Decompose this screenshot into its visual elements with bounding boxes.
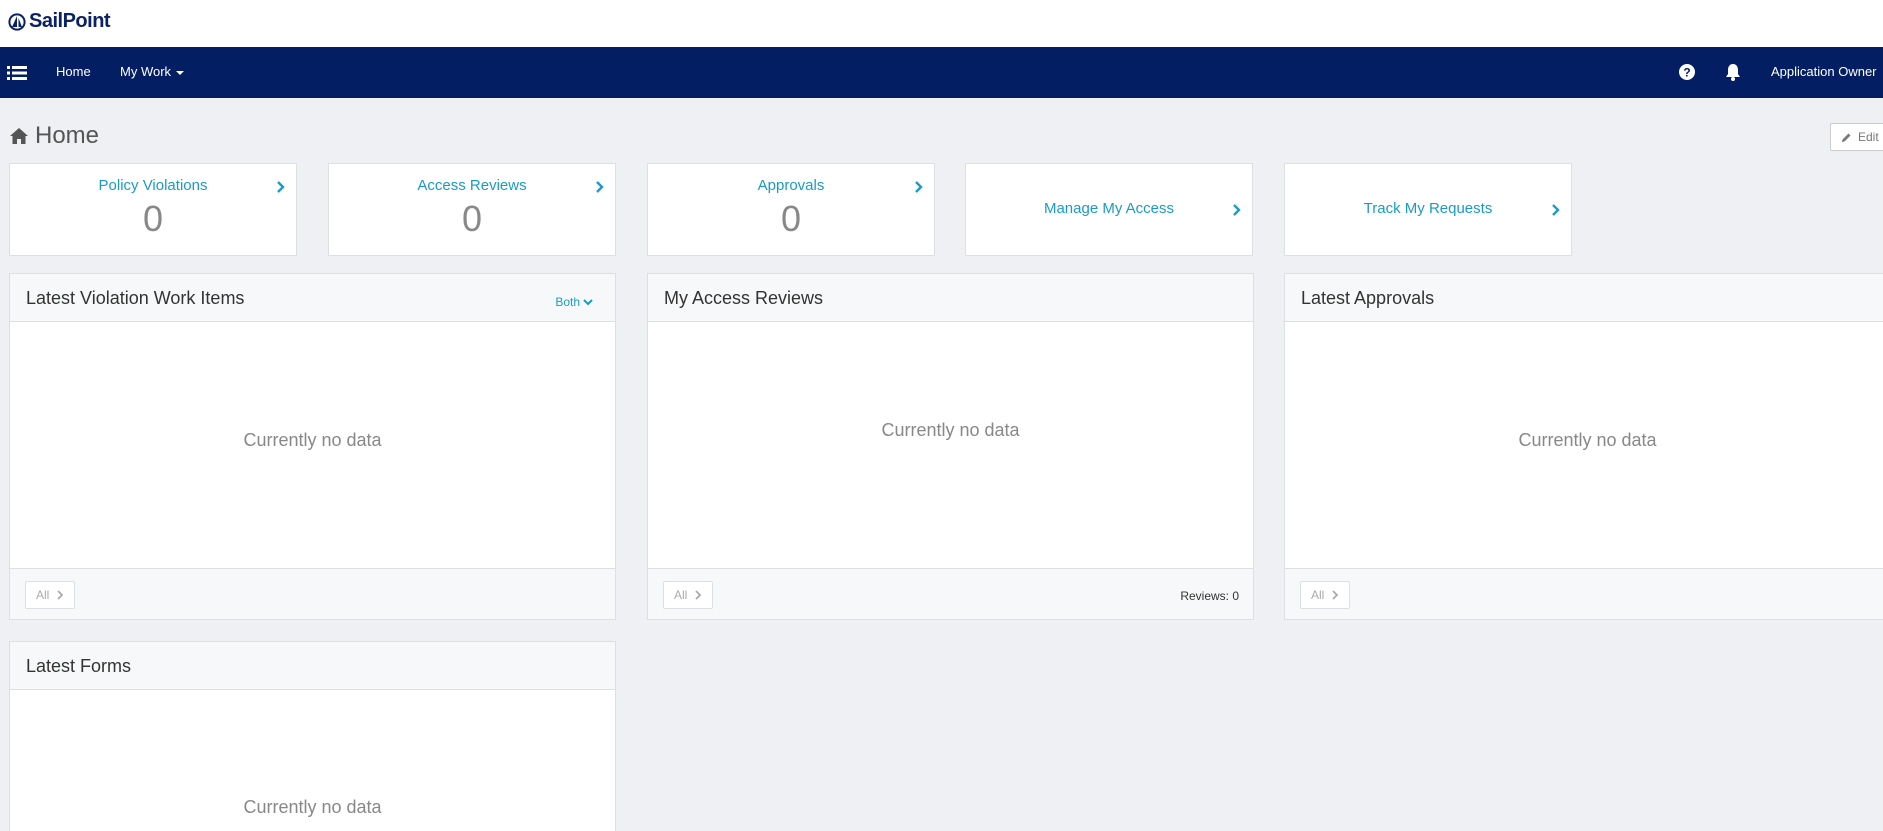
panel-footer: All Reviews: 0	[648, 568, 1253, 619]
chevron-right-icon	[277, 181, 285, 193]
violation-filter-label: Both	[555, 295, 580, 309]
tile-access-reviews[interactable]: Access Reviews 0	[328, 163, 616, 256]
logo-bar: SailPoint	[0, 0, 1883, 47]
chevron-right-icon	[1552, 204, 1560, 216]
nav-my-work-label: My Work	[120, 64, 172, 79]
sailpoint-logo[interactable]: SailPoint	[8, 10, 111, 33]
bell-icon[interactable]	[1723, 62, 1743, 82]
brand-name: SailPoint	[29, 10, 111, 32]
panel-latest-approvals: Latest Approvals Currently no data All	[1284, 273, 1883, 620]
chevron-right-icon	[57, 590, 64, 600]
tile-count: 0	[142, 198, 164, 239]
empty-state-text: Currently no data	[881, 420, 1020, 440]
edit-button-label: Edit	[1858, 130, 1879, 144]
view-all-label: All	[674, 588, 688, 602]
page-title: Home	[9, 122, 99, 150]
sailpoint-logo-icon	[8, 12, 26, 31]
tile-label: Policy Violations	[98, 177, 208, 194]
panel-header: Latest Violation Work Items Both	[10, 274, 615, 322]
home-icon	[10, 128, 28, 144]
tile-label: Approvals	[757, 177, 825, 194]
chevron-down-icon	[583, 299, 593, 306]
panel-latest-forms: Latest Forms Currently no data	[9, 641, 616, 831]
tile-manage-my-access[interactable]: Manage My Access	[965, 163, 1253, 256]
tile-count: 0	[780, 198, 802, 239]
tile-label: Manage My Access	[1043, 200, 1175, 217]
nav-my-work-dropdown[interactable]: My Work	[120, 64, 185, 79]
view-all-label: All	[36, 588, 50, 602]
panel-header: Latest Approvals	[1285, 274, 1883, 322]
tile-label: Access Reviews	[417, 177, 527, 194]
empty-state-text: Currently no data	[243, 797, 382, 817]
top-navbar: Home My Work ? Application Owner	[0, 47, 1883, 98]
chevron-right-icon	[596, 181, 604, 193]
panel-latest-violation-work-items: Latest Violation Work Items Both Current…	[9, 273, 616, 620]
empty-state-text: Currently no data	[1518, 430, 1657, 450]
chevron-right-icon	[1233, 204, 1241, 216]
page-title-text: Home	[35, 122, 100, 149]
panel-title: Latest Forms	[26, 656, 132, 676]
edit-button[interactable]: Edit	[1830, 123, 1883, 151]
panel-my-access-reviews: My Access Reviews Currently no data All …	[647, 273, 1254, 620]
panel-title: Latest Violation Work Items	[26, 288, 245, 308]
panel-title: My Access Reviews	[664, 288, 824, 308]
view-all-button[interactable]: All	[663, 581, 714, 609]
question-circle-icon[interactable]: ?	[1677, 62, 1697, 82]
user-menu[interactable]: Application Owner	[1771, 64, 1877, 79]
empty-state-text: Currently no data	[243, 430, 382, 450]
svg-text:?: ?	[1683, 66, 1690, 80]
view-all-label: All	[1311, 588, 1325, 602]
violation-filter-dropdown[interactable]: Both	[555, 295, 593, 309]
nav-home-link[interactable]: Home	[56, 64, 91, 79]
chevron-right-icon	[915, 181, 923, 193]
panel-title: Latest Approvals	[1301, 288, 1435, 308]
pencil-icon	[1842, 133, 1851, 142]
chevron-right-icon	[1332, 590, 1339, 600]
tile-approvals[interactable]: Approvals 0	[647, 163, 935, 256]
panel-footer: All	[1285, 568, 1883, 619]
reviews-count: Reviews: 0	[1180, 589, 1239, 603]
panel-footer: All	[10, 568, 615, 619]
view-all-button[interactable]: All	[25, 581, 76, 609]
panel-header: Latest Forms	[10, 642, 615, 690]
caret-down-icon	[176, 70, 185, 75]
tile-policy-violations[interactable]: Policy Violations 0	[9, 163, 297, 256]
tile-label: Track My Requests	[1363, 200, 1493, 217]
list-icon[interactable]	[7, 64, 27, 82]
view-all-button[interactable]: All	[1300, 581, 1351, 609]
tile-count: 0	[461, 198, 483, 239]
chevron-right-icon	[695, 590, 702, 600]
tile-track-my-requests[interactable]: Track My Requests	[1284, 163, 1572, 256]
panel-header: My Access Reviews	[648, 274, 1253, 322]
